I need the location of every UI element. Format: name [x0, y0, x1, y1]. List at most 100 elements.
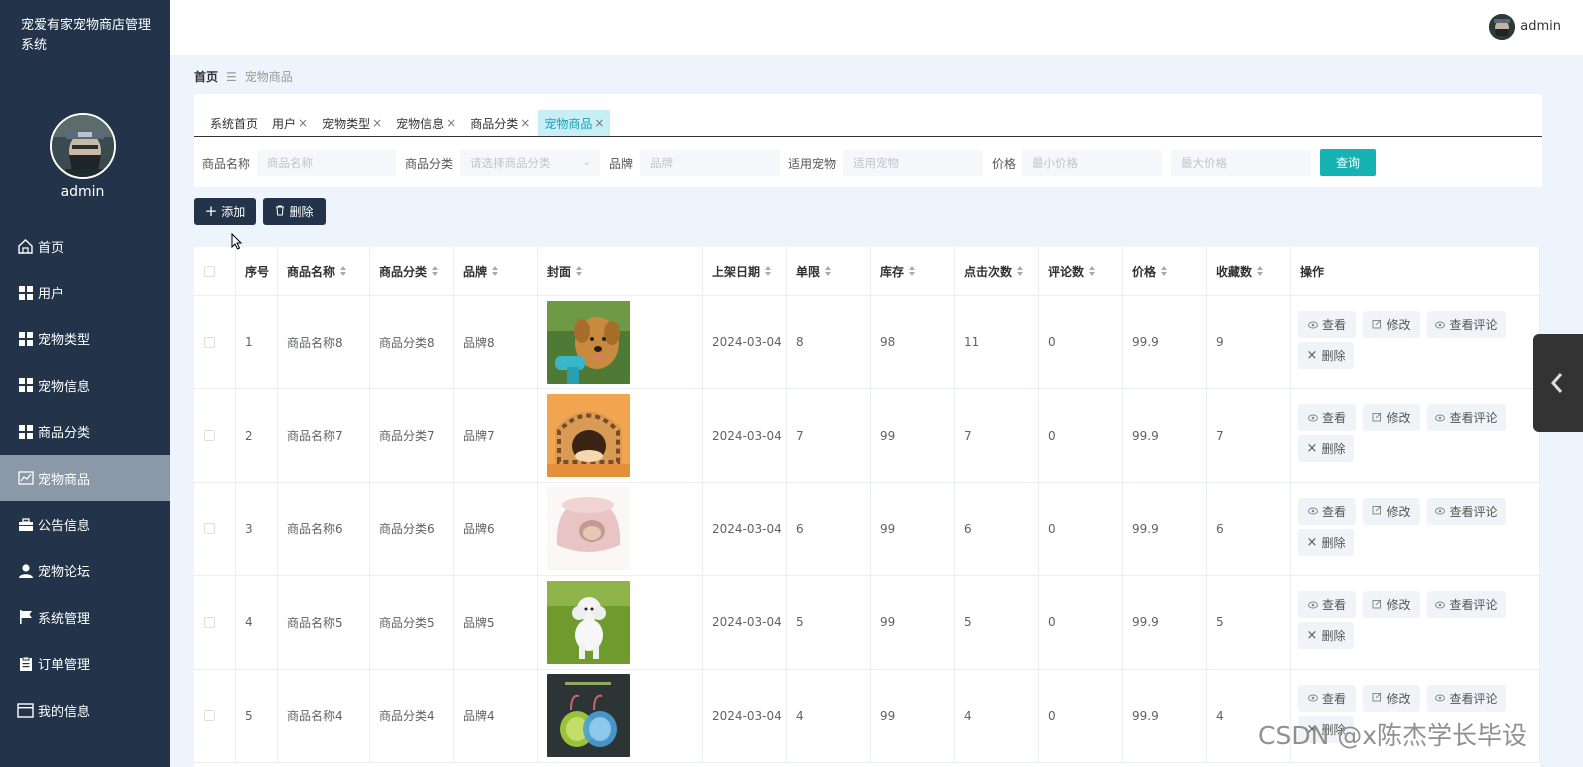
cover-image[interactable]: [547, 674, 630, 758]
close-icon[interactable]: ×: [446, 116, 456, 130]
column-header[interactable]: 商品名称: [278, 247, 370, 295]
column-header[interactable]: 收藏数: [1207, 247, 1291, 295]
sort-icon[interactable]: [432, 266, 439, 276]
delete-button[interactable]: 删除: [263, 198, 326, 225]
cover-image[interactable]: [547, 300, 630, 384]
sort-icon[interactable]: [909, 266, 916, 276]
tab-5[interactable]: 宠物商品 ×: [538, 110, 611, 136]
breadcrumb-separator-icon: ☰: [226, 69, 237, 84]
sidebar-item-3[interactable]: 宠物信息: [0, 362, 170, 408]
view-button[interactable]: 查看: [1298, 404, 1356, 432]
edit-button[interactable]: 修改: [1363, 684, 1420, 712]
row-delete-button[interactable]: × 删除: [1298, 342, 1354, 369]
row-delete-button[interactable]: × 删除: [1298, 528, 1354, 556]
max-price-input[interactable]: 最大价格: [1171, 150, 1311, 176]
edit-button[interactable]: 修改: [1363, 497, 1420, 525]
sort-icon[interactable]: [765, 266, 772, 276]
column-header[interactable]: 库存: [871, 247, 955, 295]
view-comments-button[interactable]: 查看评论: [1427, 591, 1506, 619]
query-button[interactable]: 查询: [1320, 149, 1376, 176]
row-checkbox[interactable]: [204, 616, 215, 628]
view-button[interactable]: 查看: [1298, 684, 1356, 712]
cover-image[interactable]: [547, 487, 630, 571]
row-checkbox[interactable]: [204, 710, 215, 722]
view-comments-button[interactable]: 查看评论: [1427, 497, 1506, 525]
brand-input[interactable]: 品牌: [640, 150, 780, 176]
tab-0[interactable]: 系统首页: [204, 110, 264, 136]
row-checkbox[interactable]: [204, 430, 215, 442]
sidebar-item-7[interactable]: 宠物论坛: [0, 548, 170, 594]
min-price-input[interactable]: 最小价格: [1022, 150, 1162, 176]
row-checkbox[interactable]: [204, 523, 215, 535]
row-delete-button[interactable]: × 删除: [1298, 435, 1354, 463]
column-header[interactable]: 评论数: [1039, 247, 1123, 295]
sort-icon[interactable]: [492, 266, 499, 276]
close-icon[interactable]: ×: [520, 116, 530, 130]
sidebar-item-2[interactable]: 宠物类型: [0, 316, 170, 362]
row-checkbox[interactable]: [204, 336, 215, 348]
breadcrumb: 首页 ☰ 宠物商品: [194, 68, 293, 85]
user-avatar[interactable]: [1489, 14, 1515, 40]
edit-button[interactable]: 修改: [1363, 591, 1420, 619]
sort-icon[interactable]: [340, 266, 347, 276]
tab-1[interactable]: 用户 ×: [266, 110, 314, 136]
sort-icon[interactable]: [1161, 266, 1168, 276]
name-input[interactable]: 商品名称: [257, 150, 396, 176]
cover-cell: [538, 296, 703, 389]
view-comments-button[interactable]: 查看评论: [1427, 684, 1506, 712]
sidebar-item-10[interactable]: 我的信息: [0, 687, 170, 733]
watermark: CSDN @x陈杰学长毕设: [1258, 721, 1528, 750]
cell-no: 1: [236, 296, 278, 389]
column-header[interactable]: 价格: [1123, 247, 1207, 295]
close-icon[interactable]: ×: [372, 116, 382, 130]
row-delete-button[interactable]: × 删除: [1298, 622, 1354, 650]
column-header[interactable]: 品牌: [454, 247, 538, 295]
column-header[interactable]: 单限: [787, 247, 871, 295]
view-button[interactable]: 查看: [1298, 311, 1356, 338]
column-header[interactable]: 商品分类: [370, 247, 454, 295]
sort-icon[interactable]: [1257, 266, 1264, 276]
edit-button[interactable]: 修改: [1363, 404, 1420, 432]
breadcrumb-home[interactable]: 首页: [194, 68, 218, 85]
sort-icon[interactable]: [576, 266, 583, 276]
tab-2[interactable]: 宠物类型 ×: [316, 110, 388, 136]
sidebar-item-1[interactable]: 用户: [0, 269, 170, 315]
sidebar-item-8[interactable]: 系统管理: [0, 594, 170, 640]
tab-3[interactable]: 宠物信息 ×: [390, 110, 462, 136]
avatar[interactable]: [50, 113, 116, 179]
category-label: 商品分类: [405, 157, 454, 171]
column-header[interactable]: 上架日期: [703, 247, 787, 295]
sidebar-item-9[interactable]: 订单管理: [0, 641, 170, 687]
mouse-cursor-icon: [231, 232, 243, 254]
sort-icon[interactable]: [1017, 266, 1024, 276]
sort-icon[interactable]: [1089, 266, 1096, 276]
cover-image[interactable]: [547, 580, 630, 664]
select-all-checkbox[interactable]: [204, 265, 215, 277]
side-drawer-toggle[interactable]: [1533, 334, 1583, 432]
cell-clicks: 7: [955, 389, 1039, 482]
close-icon[interactable]: ×: [298, 116, 308, 130]
close-icon[interactable]: ×: [594, 116, 604, 130]
sidebar-item-0[interactable]: 首页: [0, 223, 170, 269]
cell-comments: 0: [1039, 296, 1123, 389]
sidebar-item-6[interactable]: 公告信息: [0, 501, 170, 547]
grid-icon: [17, 284, 34, 301]
tab-4[interactable]: 商品分类 ×: [464, 110, 536, 136]
add-button[interactable]: + 添加: [194, 198, 256, 225]
sidebar-item-4[interactable]: 商品分类: [0, 409, 170, 455]
column-header[interactable]: 封面: [538, 247, 703, 295]
view-button[interactable]: 查看: [1298, 591, 1356, 619]
edit-button[interactable]: 修改: [1363, 311, 1420, 338]
view-comments-button[interactable]: 查看评论: [1427, 311, 1506, 338]
card-icon: [17, 702, 34, 719]
category-select[interactable]: 请选择商品分类 ⌄: [460, 150, 600, 176]
top-username[interactable]: admin: [1520, 19, 1561, 34]
brand-label: 品牌: [609, 157, 634, 171]
sort-icon[interactable]: [825, 266, 832, 276]
sidebar-item-5[interactable]: 宠物商品: [0, 454, 170, 502]
column-header[interactable]: 点击次数: [955, 247, 1039, 295]
view-button[interactable]: 查看: [1298, 497, 1356, 525]
view-comments-button[interactable]: 查看评论: [1427, 404, 1506, 432]
cover-image[interactable]: [547, 394, 630, 478]
pet-input[interactable]: 适用宠物: [843, 150, 983, 176]
